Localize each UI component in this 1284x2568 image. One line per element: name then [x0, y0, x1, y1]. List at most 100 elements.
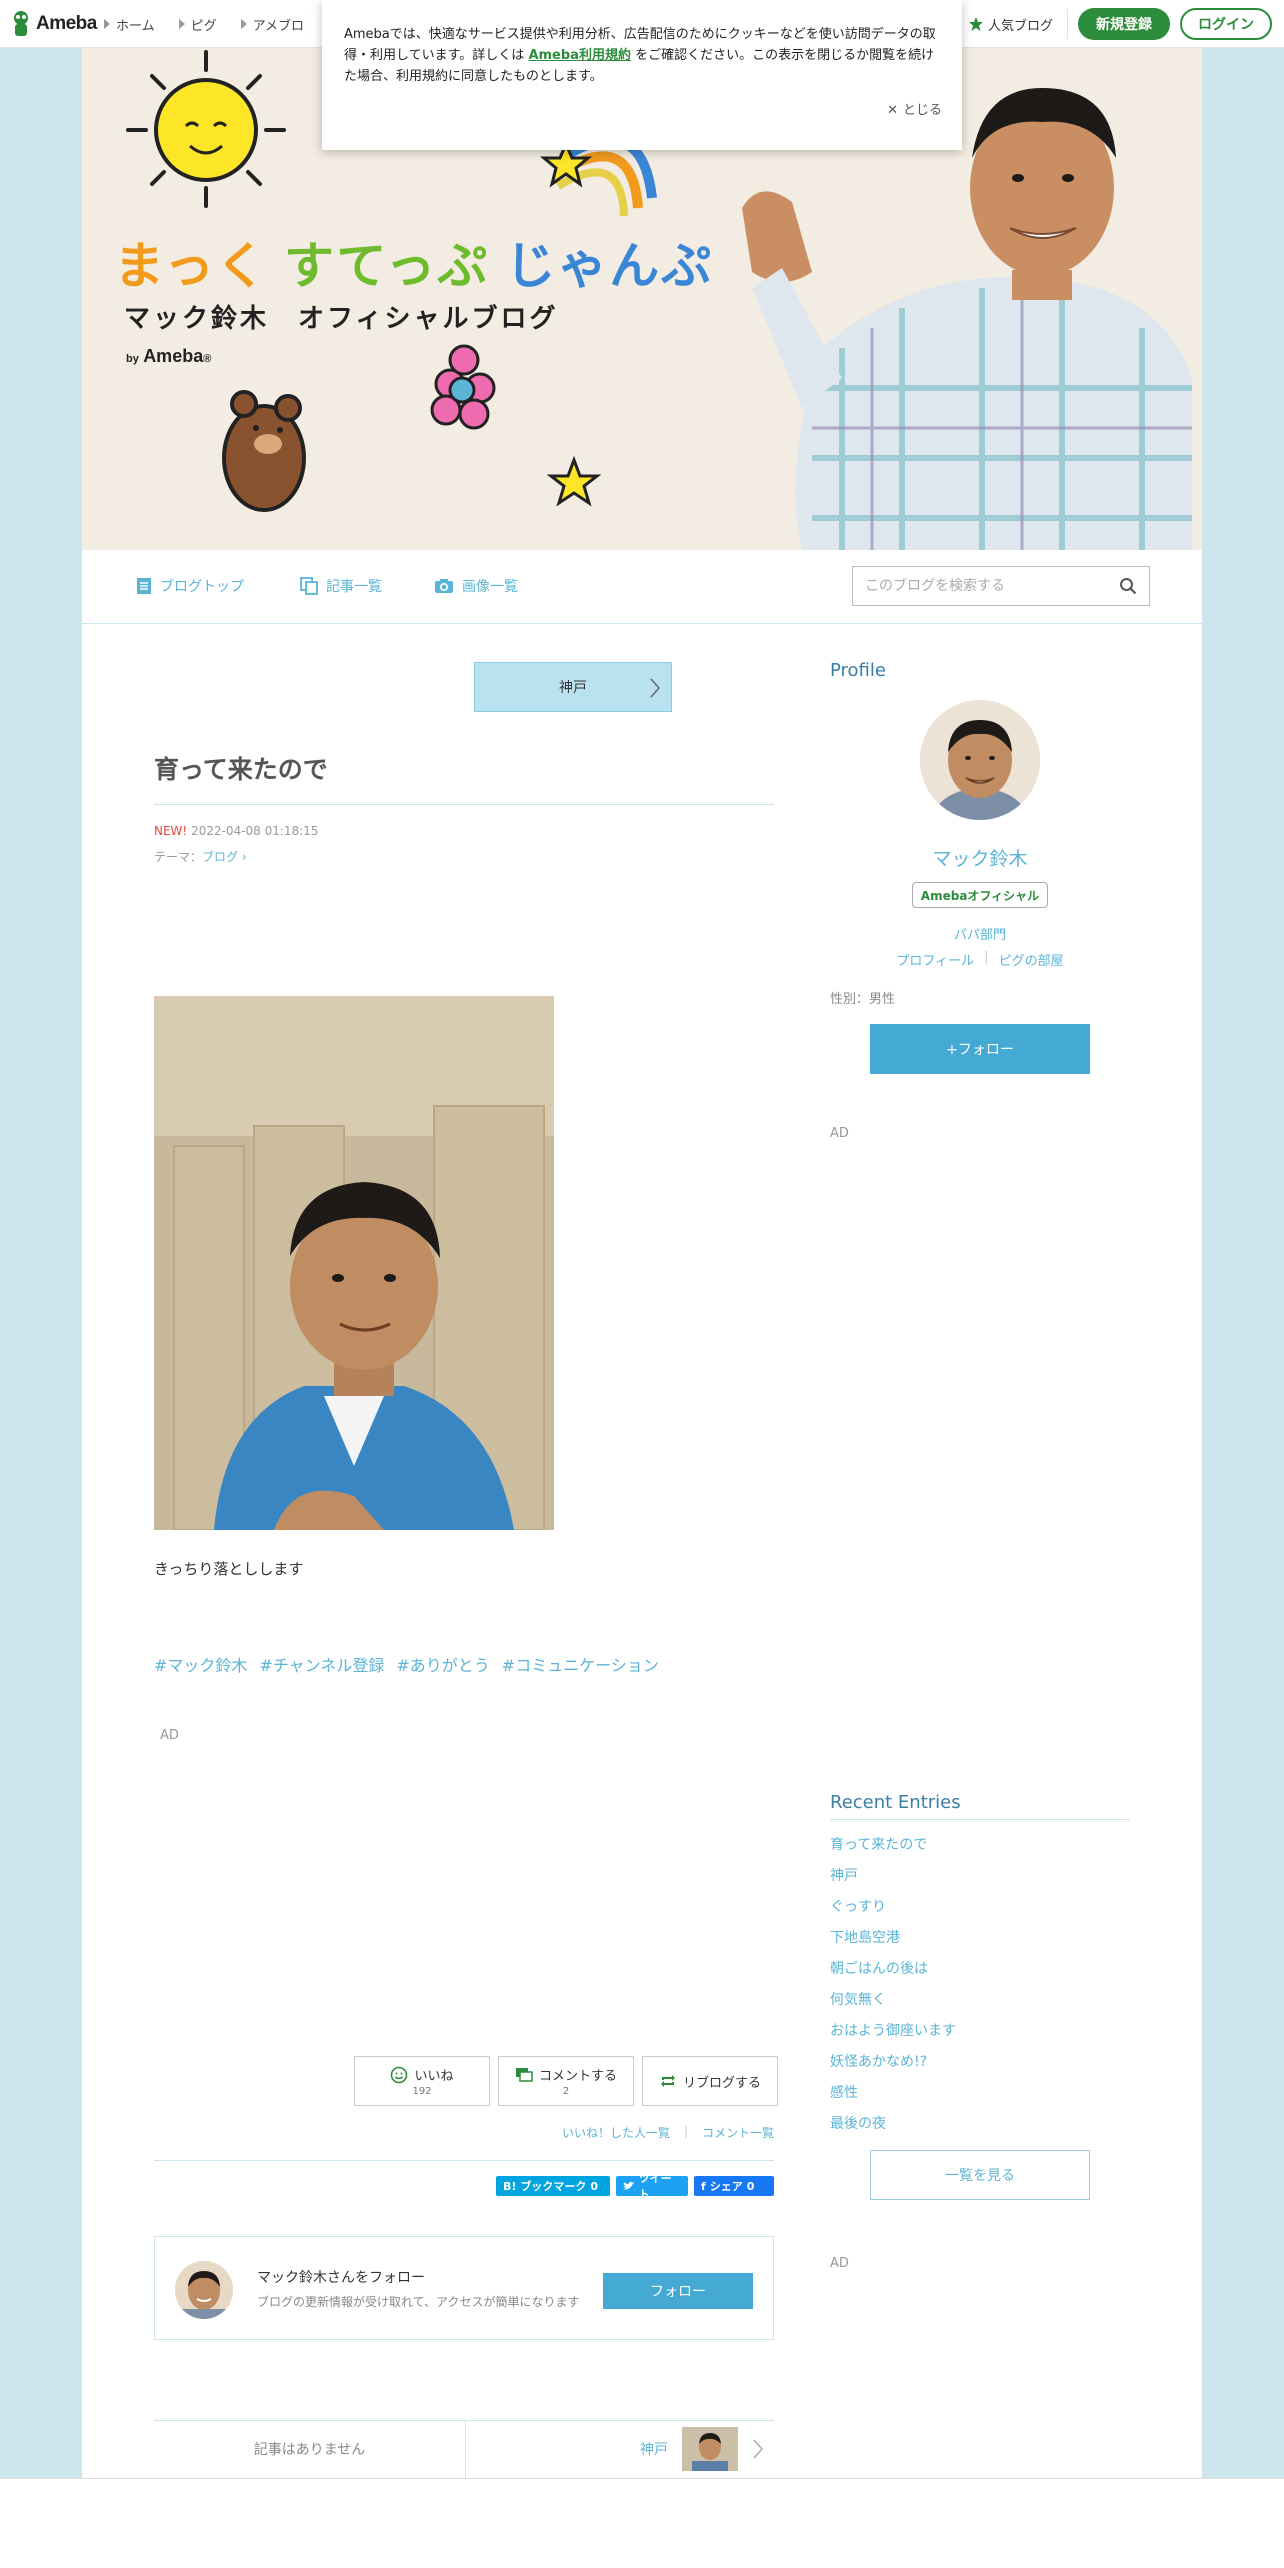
ameba-logo[interactable]: Ameba: [10, 10, 97, 38]
profile-avatar-image: [920, 700, 1040, 820]
blog-nav: ブログトップ 記事一覧 画像一覧: [82, 550, 1202, 624]
comment-label: コメントする: [538, 2069, 617, 2084]
reblog-icon: [660, 2075, 675, 2087]
likes-list-link[interactable]: いいね！した人一覧: [562, 2124, 670, 2141]
hatena-bookmark-button[interactable]: B! ブックマーク 0: [496, 2176, 610, 2196]
banner-by-mark: ®: [203, 353, 212, 365]
copy-icon: [300, 577, 318, 595]
tweet-button[interactable]: ツイート: [616, 2172, 688, 2201]
comment-count: 2: [562, 2086, 570, 2097]
avatar-image: [175, 2261, 233, 2319]
pager-next-label: 神戸: [640, 2442, 668, 2458]
ad-label: AD: [160, 1728, 179, 1743]
nav-home-label: ホーム: [116, 18, 155, 34]
profile-link[interactable]: プロフィール: [896, 950, 974, 969]
article-date: NEW! 2022-04-08 01:18:15: [154, 824, 319, 838]
hashtag-link[interactable]: #チャンネル登録: [259, 1652, 384, 1676]
article-theme-prefix: テーマ：: [154, 850, 203, 864]
hashtag-link[interactable]: #マック鈴木: [154, 1652, 247, 1676]
twitter-bird-icon: [623, 2181, 635, 2190]
comment-button[interactable]: コメントする 2: [498, 2056, 634, 2106]
share-label: シェア: [709, 2180, 743, 2193]
search-icon[interactable]: [1119, 577, 1137, 595]
blognav-blog-top-label: ブログトップ: [160, 579, 244, 595]
theme-nav-button[interactable]: 神戸: [474, 662, 672, 712]
hashtag-link[interactable]: #コミュニケーション: [502, 1652, 659, 1676]
sidebar-ad-label: AD: [830, 1126, 849, 1141]
cookie-close-button[interactable]: ✕ とじる: [887, 100, 942, 121]
follow-card: マック鈴木さんをフォロー ブログの更新情報が受け取れて、アクセスが簡単になります…: [154, 2236, 774, 2340]
recent-entries-list: 育って来たので 神戸 ぐっすり 下地島空港 朝ごはんの後は 何気無く おはよう御…: [830, 1830, 956, 2140]
banner-by-prefix: by: [126, 353, 139, 365]
chevron-right-icon: [753, 2439, 764, 2459]
document-icon: [137, 578, 151, 594]
recent-entry-link[interactable]: ぐっすり: [830, 1892, 956, 1923]
chevron-right-icon: [650, 678, 661, 698]
blognav-entry-list-label: 記事一覧: [326, 579, 382, 595]
comments-list-link[interactable]: コメント一覧: [702, 2124, 774, 2141]
article-title[interactable]: 育って来たので: [154, 750, 774, 805]
article-theme: テーマ：ブログ ›: [154, 848, 247, 865]
bear-icon: [222, 390, 306, 512]
follow-button[interactable]: フォロー: [603, 2273, 753, 2309]
article-photo[interactable]: [154, 996, 554, 1530]
hatena-count: 0: [590, 2179, 599, 2193]
nav-pigg-label: ピグ: [190, 18, 217, 34]
terms-link[interactable]: Ameba利用規約: [528, 48, 631, 63]
cookie-close-label: とじる: [902, 103, 942, 118]
signup-button[interactable]: 新規登録: [1078, 8, 1170, 40]
blognav-entry-list[interactable]: 記事一覧: [300, 576, 382, 596]
pigg-room-link[interactable]: ピグの部屋: [999, 950, 1064, 969]
recent-entry-link[interactable]: 妖怪あかなめ!?: [830, 2047, 956, 2078]
profile-category[interactable]: パパ部門: [830, 924, 1130, 943]
profile-avatar[interactable]: [920, 700, 1040, 820]
like-button[interactable]: いいね 192: [354, 2056, 490, 2106]
recent-entry-link[interactable]: 朝ごはんの後は: [830, 1954, 956, 1985]
banner-by-ameba: by Ameba®: [126, 346, 211, 367]
sun-icon: [126, 50, 286, 208]
nav-home[interactable]: ホーム: [104, 15, 155, 34]
reblog-button[interactable]: リブログする: [642, 2056, 778, 2106]
profile-heading: Profile: [830, 660, 886, 681]
global-nav: ホーム ピグ アメブロ: [104, 0, 304, 48]
recent-entry-link[interactable]: 最後の夜: [830, 2109, 956, 2140]
sidebar-follow-button[interactable]: +フォロー: [870, 1024, 1090, 1074]
profile-name[interactable]: マック鈴木: [830, 844, 1130, 871]
divider: [154, 2160, 774, 2161]
blog-search-input[interactable]: [865, 578, 1119, 594]
follow-card-title: マック鈴木さんをフォロー: [257, 2270, 425, 2286]
theme-nav-label: 神戸: [559, 680, 587, 696]
cookie-text: Amebaでは、快適なサービス提供や利用分析、広告配信のためにクッキーなどを使い…: [344, 24, 940, 87]
hashtag-link[interactable]: #ありがとう: [396, 1652, 489, 1676]
recent-entry-link[interactable]: 神戸: [830, 1861, 956, 1892]
popular-blog-link[interactable]: 人気ブログ: [968, 9, 1068, 39]
caret-right-icon: [104, 19, 110, 29]
cookie-notice: Amebaでは、快適なサービス提供や利用分析、広告配信のためにクッキーなどを使い…: [322, 0, 962, 150]
recent-entry-link[interactable]: 下地島空港: [830, 1923, 956, 1954]
recent-entry-link[interactable]: おはよう御座います: [830, 2016, 956, 2047]
facebook-icon: f: [701, 2179, 706, 2193]
see-all-button[interactable]: 一覧を見る: [870, 2150, 1090, 2200]
recent-entry-link[interactable]: 感性: [830, 2078, 956, 2109]
blognav-blog-top[interactable]: ブログトップ: [136, 576, 244, 596]
social-share: B! ブックマーク 0 ツイート f シェア 0: [496, 2172, 774, 2201]
banner-subtitle: マック鈴木 オフィシャルブログ: [124, 303, 559, 333]
blog-search: [852, 566, 1150, 606]
follow-card-desc: ブログの更新情報が受け取れて、アクセスが簡単になります: [257, 2295, 580, 2309]
bottom-bar: [0, 2478, 1284, 2568]
recent-entry-link[interactable]: 何気無く: [830, 1985, 956, 2016]
article-theme-link[interactable]: ブログ: [202, 850, 238, 864]
banner-by-brand: Ameba: [143, 346, 204, 366]
reblog-label: リブログする: [682, 2075, 761, 2091]
nav-pigg[interactable]: ピグ: [178, 15, 217, 34]
sidebar-ad-label: AD: [830, 2256, 849, 2271]
facebook-share-button[interactable]: f シェア 0: [694, 2176, 774, 2196]
login-button[interactable]: ログイン: [1180, 8, 1272, 40]
recent-entry-link[interactable]: 育って来たので: [830, 1830, 956, 1861]
banner-title-part-3: じゃんぷ: [505, 238, 714, 294]
nav-ameblo[interactable]: アメブロ: [240, 15, 304, 34]
blognav-image-list[interactable]: 画像一覧: [434, 576, 518, 596]
small-star-icon: [546, 455, 602, 507]
chevron-right-icon: ›: [238, 850, 247, 864]
pager-next-link[interactable]: 神戸: [466, 2420, 774, 2478]
